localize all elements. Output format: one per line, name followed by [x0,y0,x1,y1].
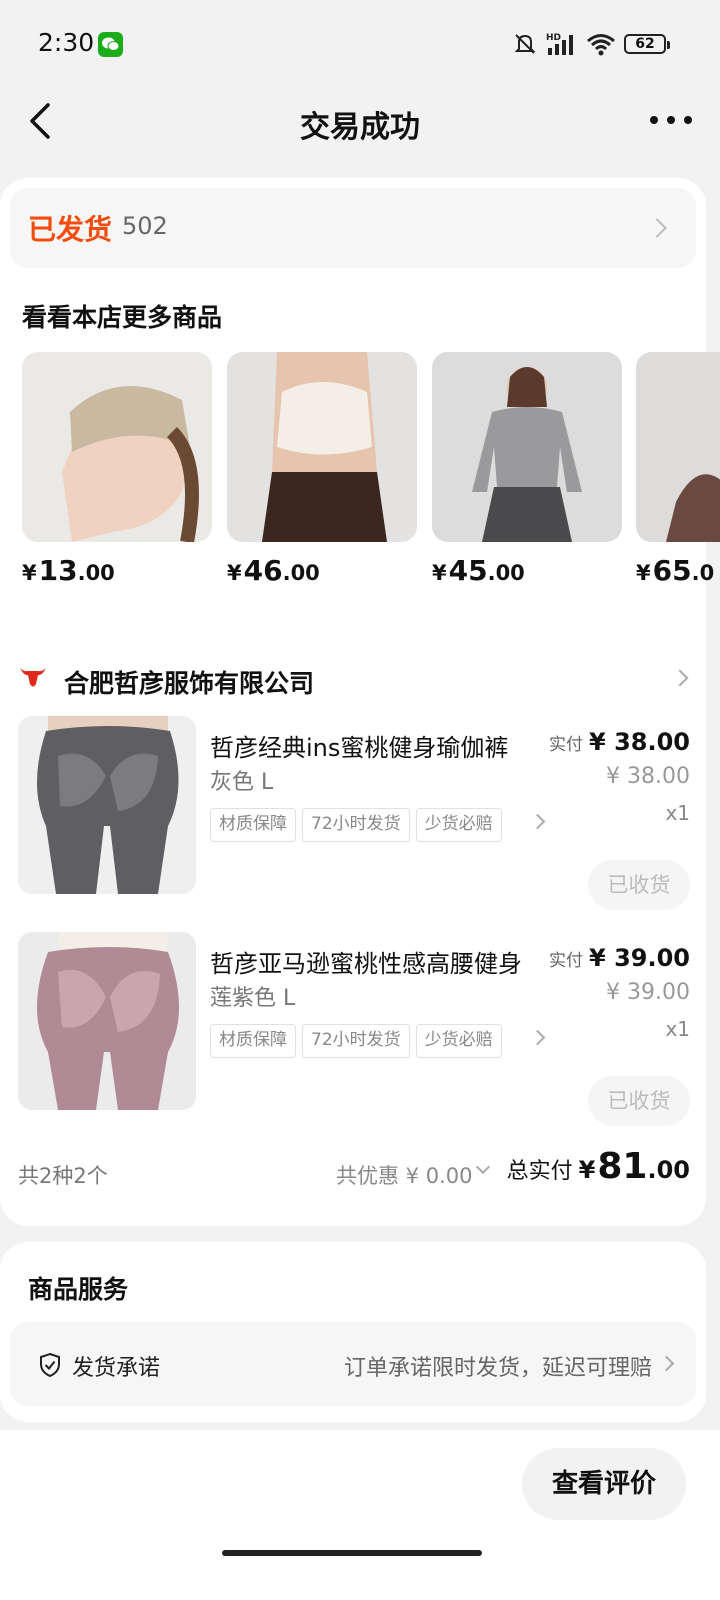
total-label: 总实付 [506,1159,573,1184]
paid-price: ¥ 38.00 [589,728,690,756]
order-item[interactable]: 哲彦经典ins蜜桃健身瑜伽裤 灰色 L 材质保障 72小时发货 少货必赔 实付 ¥… [0,716,706,921]
shipping-code: 502 [122,212,168,240]
recommend-price: ¥65.0 [636,554,715,587]
view-review-button[interactable]: 查看评价 [522,1448,686,1520]
service-tags: 材质保障 72小时发货 少货必赔 [210,1024,550,1058]
tag-shortage-comp: 少货必赔 [415,808,502,842]
chevron-right-icon [658,1355,675,1372]
recommend-image-pants [636,352,720,542]
wechat-notification-icon [98,32,123,57]
paid-label: 实付 [549,951,584,971]
silent-bell-icon [514,34,536,54]
signal-icon: HD [546,33,573,55]
recommend-list: ¥13.00 ¥46.00 ¥45.00 ¥65.0 [22,352,720,592]
network-label: HD [546,33,561,43]
order-item[interactable]: 哲彦亚马逊蜜桃性感高腰健身 莲紫色 L 材质保障 72小时发货 少货必赔 实付 ¥… [0,932,706,1137]
tag-material: 材质保障 [210,808,296,842]
recommend-item[interactable]: ¥65.0 [636,352,720,587]
tag-shortage-comp: 少货必赔 [415,1024,502,1058]
battery-icon: 62 [624,34,670,54]
chevron-down-icon[interactable] [475,1159,491,1175]
item-sku: 灰色 L [210,770,274,795]
recommend-image-sports-bra [227,352,417,542]
shipping-status: 已发货 [28,213,113,246]
shop-bull-logo-icon [20,668,46,687]
wifi-icon [587,34,615,56]
recommend-title: 看看本店更多商品 [22,303,223,332]
service-title: 商品服务 [28,1275,129,1304]
item-image-lilac-leggings [18,932,196,1110]
discount-total[interactable]: 共优惠 ¥ 0.00 [336,1160,472,1190]
home-indicator[interactable] [222,1550,482,1556]
service-card: 商品服务 发货承诺 订单承诺限时发货，延迟可理赔 [0,1242,706,1422]
service-description: 订单承诺限时发货，延迟可理赔 [343,1356,652,1381]
recommend-image-gray-top [432,352,622,542]
shop-name: 合肥哲彦服饰有限公司 [64,669,315,698]
total-dec: .00 [647,1156,690,1184]
total-yen: ¥ [578,1156,596,1184]
more-icon[interactable] [650,105,692,135]
item-price-block: 实付 ¥ 39.00 ¥ 39.00 x1 [549,944,690,1041]
recommend-price: ¥46.00 [227,554,320,587]
item-title: 哲彦经典ins蜜桃健身瑜伽裤 [210,734,509,762]
item-price-block: 实付 ¥ 38.00 ¥ 38.00 x1 [549,728,690,825]
shipping-status-row[interactable]: 已发货 502 [10,188,696,268]
original-price: ¥ 38.00 [606,764,690,789]
page-title: 交易成功 [300,110,420,145]
order-card: 已发货 502 看看本店更多商品 ¥13.00 ¥46.00 ¥45.00 ¥6… [0,178,720,1226]
order-summary: 共2种2个 共优惠 ¥ 0.00 总实付 ¥81.00 [0,1146,706,1206]
item-title: 哲彦亚马逊蜜桃性感高腰健身 [210,950,522,978]
tag-72h-ship: 72小时发货 [302,808,410,842]
total-int: 81 [597,1146,648,1187]
battery-level: 62 [635,36,655,52]
total-paid: 总实付 ¥81.00 [507,1146,690,1187]
status-icons: HD 62 [512,30,670,58]
chevron-right-icon [647,218,667,238]
service-tags: 材质保障 72小时发货 少货必赔 [210,808,550,842]
nav-bar: 交易成功 [0,90,720,160]
service-name: 发货承诺 [72,1356,161,1381]
recommend-item[interactable]: ¥45.00 [432,352,622,587]
chevron-right-icon [671,669,689,687]
recommend-price: ¥13.00 [22,554,115,587]
paid-label: 实付 [549,735,584,755]
shop-row[interactable]: 合肥哲彦服饰有限公司 [0,656,706,706]
received-button[interactable]: 已收货 [588,1076,690,1126]
tag-material: 材质保障 [210,1024,296,1058]
recommend-price: ¥45.00 [432,554,525,587]
status-bar: 2:30 HD 62 [0,0,720,90]
shield-check-icon [40,1352,60,1378]
quantity: x1 [665,1017,690,1041]
status-time: 2:30 [38,28,95,57]
original-price: ¥ 39.00 [606,980,690,1005]
recommend-item[interactable]: ¥46.00 [227,352,417,587]
recommend-image-headband [22,352,212,542]
received-button[interactable]: 已收货 [588,860,690,910]
recommend-item[interactable]: ¥13.00 [22,352,212,587]
item-image-gray-leggings [18,716,196,894]
service-row[interactable]: 发货承诺 订单承诺限时发货，延迟可理赔 [10,1322,696,1406]
paid-price: ¥ 39.00 [589,944,690,972]
tag-72h-ship: 72小时发货 [302,1024,410,1058]
item-count: 共2种2个 [18,1164,108,1188]
item-sku: 莲紫色 L [210,986,296,1011]
quantity: x1 [665,801,690,825]
